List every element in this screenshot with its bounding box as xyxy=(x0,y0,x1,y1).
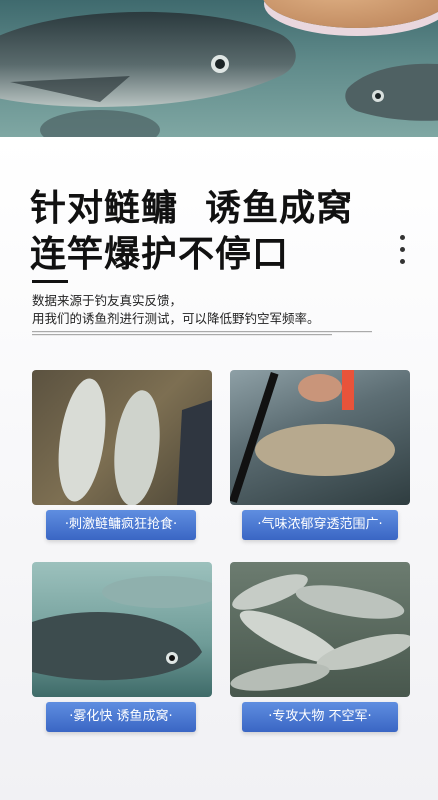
headline-line-1: 针对鲢鳙 诱鱼成窝 xyxy=(30,188,354,229)
headline: 针对鲢鳙 诱鱼成窝 连竿爆护不停口 xyxy=(30,186,353,278)
description-line-2: 用我们的诱鱼剂进行测试，可以降低野钓空军频率。 xyxy=(32,311,320,326)
fish-image xyxy=(40,110,160,137)
headline-line-2: 连竿爆护不停口 xyxy=(30,234,290,275)
hero-fish-photo xyxy=(0,0,438,137)
feature-photo-3 xyxy=(32,562,212,697)
fish-image xyxy=(32,576,212,681)
feature-label-4: ·专攻大物 不空军· xyxy=(242,702,398,732)
description: 数据来源于钓友真实反馈， 用我们的诱鱼剂进行测试，可以降低野钓空军频率。 xyxy=(32,292,320,328)
fine-print-decoration xyxy=(32,331,372,336)
fish-image xyxy=(345,63,438,121)
feature-photo-2 xyxy=(230,370,410,505)
description-line-1: 数据来源于钓友真实反馈， xyxy=(32,293,183,308)
fish-image xyxy=(230,370,395,503)
more-dots-icon xyxy=(400,235,408,271)
feature-photo-4 xyxy=(230,562,410,697)
fish-image xyxy=(58,378,212,505)
feature-photo-1 xyxy=(32,370,212,505)
feature-label-1: ·刺激鲢鳙疯狂抢食· xyxy=(46,510,196,540)
fish-image xyxy=(230,574,410,691)
feature-label-3: ·雾化快 诱鱼成窝· xyxy=(46,702,196,732)
feature-label-2: ·气味浓郁穿透范围广· xyxy=(242,510,398,540)
headline-underline xyxy=(32,280,68,283)
